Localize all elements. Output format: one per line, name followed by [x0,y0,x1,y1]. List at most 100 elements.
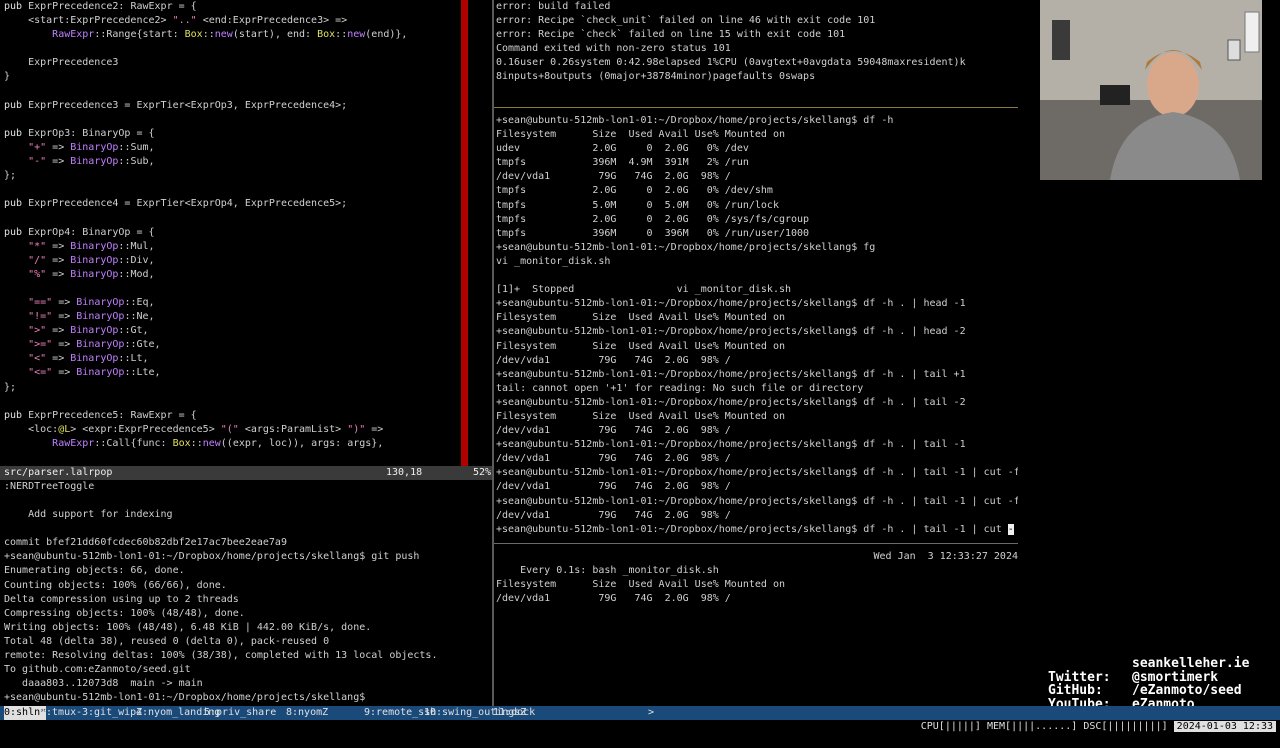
status-cursor-position: 130,18 [386,467,423,478]
code-token: ::Gte, [124,339,161,351]
tmux-status-bar: CPU[|||||] MEM[||||......] DSC[|||||||||… [0,706,1280,732]
terminal-line: Filesystem Size Used Avail Use% Mounted … [496,410,785,422]
code-token: "(" [220,423,239,435]
terminal-line: tmpfs 396M 4.9M 391M 2% /run [496,157,749,169]
terminal-line: Total 48 (delta 38), reused 0 (delta 0),… [4,635,330,647]
code-line: "==" => BinaryOp::Eq, [4,296,492,310]
terminal-line: Compressing objects: 100% (48/48), done. [4,607,245,619]
shell-current-command[interactable]: +sean@ubuntu-512mb-lon1-01:~/Dropbox/hom… [496,523,1018,537]
code-line: "-" => BinaryOp::Sub, [4,155,492,169]
shell-pane[interactable]: +sean@ubuntu-512mb-lon1-01:~/Dropbox/hom… [496,114,1018,542]
terminal-line: Writing objects: 100% (48/48), 6.48 KiB … [4,621,372,633]
tmux-window-tab[interactable]: 3:git_wipZ [82,706,142,720]
code-token: ".." [172,15,197,27]
code-token: ::Eq, [124,296,155,308]
tmux-window-tab[interactable]: 8:nyomZ [286,706,328,720]
code-token: ExprPrecedence3 = ExprTier<ExprOp3, Expr… [28,99,348,111]
code-token: BinaryOp [76,367,125,379]
social-label: Twitter: [1048,669,1111,685]
code-token: : RawExpr = { [118,1,197,12]
terminal-line: +sean@ubuntu-512mb-lon1-01:~/Dropbox/hom… [496,495,1018,507]
code-token: "%" [28,268,47,280]
watch-command: Every 0.1s: bash _monitor_disk.sh [520,565,719,577]
code-token: @L [58,423,71,435]
tmux-window-tab[interactable]: 5:priv_share [204,706,276,720]
code-token: new [347,29,366,41]
terminal-line: Enumerating objects: 66, done. [4,565,185,577]
vim-status-line: src/parser.lalrpop 130,18 52% [0,466,492,480]
terminal-line: tmpfs 5.0M 0 5.0M 0% /run/lock [496,199,779,211]
code-line: pub ExprPrecedence2: RawExpr = { [4,0,492,14]
git-terminal-pane[interactable]: Add support for indexing commit bfef21dd6… [0,494,492,706]
code-token: pub [4,198,29,210]
code-token: ((expr, loc)), args: args}, [220,437,384,449]
mem-meter: MEM[||||......] [987,721,1078,732]
code-token: => [46,156,71,168]
code-token: "*" [28,240,47,252]
social-row: GitHub:/eZanmoto/seed [1048,684,1249,698]
code-lines: pub ExprPrecedence2: RawExpr = { <start:… [0,0,492,451]
webcam-feed [1040,0,1262,180]
tmux-window-tab[interactable]: 1:tmux- [40,706,82,720]
code-token: "!=" [28,311,53,323]
code-token: => [365,423,384,435]
tmux-more-indicator: > [648,707,655,718]
code-token: BinaryOp [70,325,119,337]
code-token: ::Range{start: [94,29,185,41]
watch-header: Every 0.1s: bash _monitor_disk.sh Wed Ja… [496,550,1018,576]
code-token: BinaryOp [70,353,119,365]
code-token: Box [317,29,336,41]
tmux-window-tab[interactable]: 11:dock [493,706,535,720]
code-token: pub [4,99,29,111]
code-token: ::Mod, [118,268,155,280]
terminal-line: +sean@ubuntu-512mb-lon1-01:~/Dropbox/hom… [496,241,876,253]
code-token: <end:ExprPrecedence3> => [196,15,348,27]
terminal-line: 8inputs+8outputs (0major+38784minor)page… [496,71,816,83]
vim-editor[interactable]: pub ExprPrecedence2: RawExpr = { <start:… [0,0,492,466]
code-token: ">=" [28,339,53,351]
code-token: pub [4,226,29,238]
code-line: pub ExprOp4: BinaryOp = { [4,226,492,240]
vim-command-line[interactable]: :NERDTreeToggle [4,480,94,494]
terminal-line: +sean@ubuntu-512mb-lon1-01:~/Dropbox/hom… [496,439,966,451]
pane-separator-horizontal [494,107,1018,108]
code-token: ::Div, [118,254,155,266]
terminal-line: Delta compression using up to 2 threads [4,593,239,605]
terminal-line: tail: cannot open '+1' for reading: No s… [496,382,864,394]
terminal-line: +sean@ubuntu-512mb-lon1-01:~/Dropbox/hom… [4,551,420,563]
code-line: }; [4,381,492,395]
disk-meter: DSC[|||||||||] [1083,721,1168,732]
code-token: pub [4,127,29,139]
code-token: => [46,240,71,252]
code-line: } [4,70,492,84]
code-token: RawExpr [52,29,95,41]
code-token: => [46,254,71,266]
terminal-line: /dev/vda1 79G 74G 2.0G 98% / [496,354,731,366]
social-rows: Twitter: @smortimerk GitHub:/eZanmoto/seed… [1048,669,1249,712]
terminal-line: +sean@ubuntu-512mb-lon1-01:~/Dropbox/hom… [496,396,966,408]
terminal-line: error: Recipe `check` failed on line 15 … [496,29,846,41]
code-token: (end)}, [365,29,408,41]
code-line: "<=" => BinaryOp::Lte, [4,366,492,380]
code-token: new [202,437,221,449]
code-token: new [214,29,233,41]
code-line: "/" => BinaryOp::Div, [4,254,492,268]
code-line: RawExpr::Call{func: Box::new((expr, loc)… [4,437,492,451]
terminal-line: /dev/vda1 79G 74G 2.0G 98% / [496,481,731,493]
terminal-line: +sean@ubuntu-512mb-lon1-01:~/Dropbox/hom… [496,326,966,338]
status-percent: 52% [473,467,492,478]
build-output-pane[interactable]: error: build failed error: Recipe `check_… [496,0,1018,106]
watch-pane[interactable]: Every 0.1s: bash _monitor_disk.sh Wed Ja… [496,550,1018,706]
code-line: <loc:@L> <expr:ExprPrecedence5> "(" <arg… [4,423,492,437]
